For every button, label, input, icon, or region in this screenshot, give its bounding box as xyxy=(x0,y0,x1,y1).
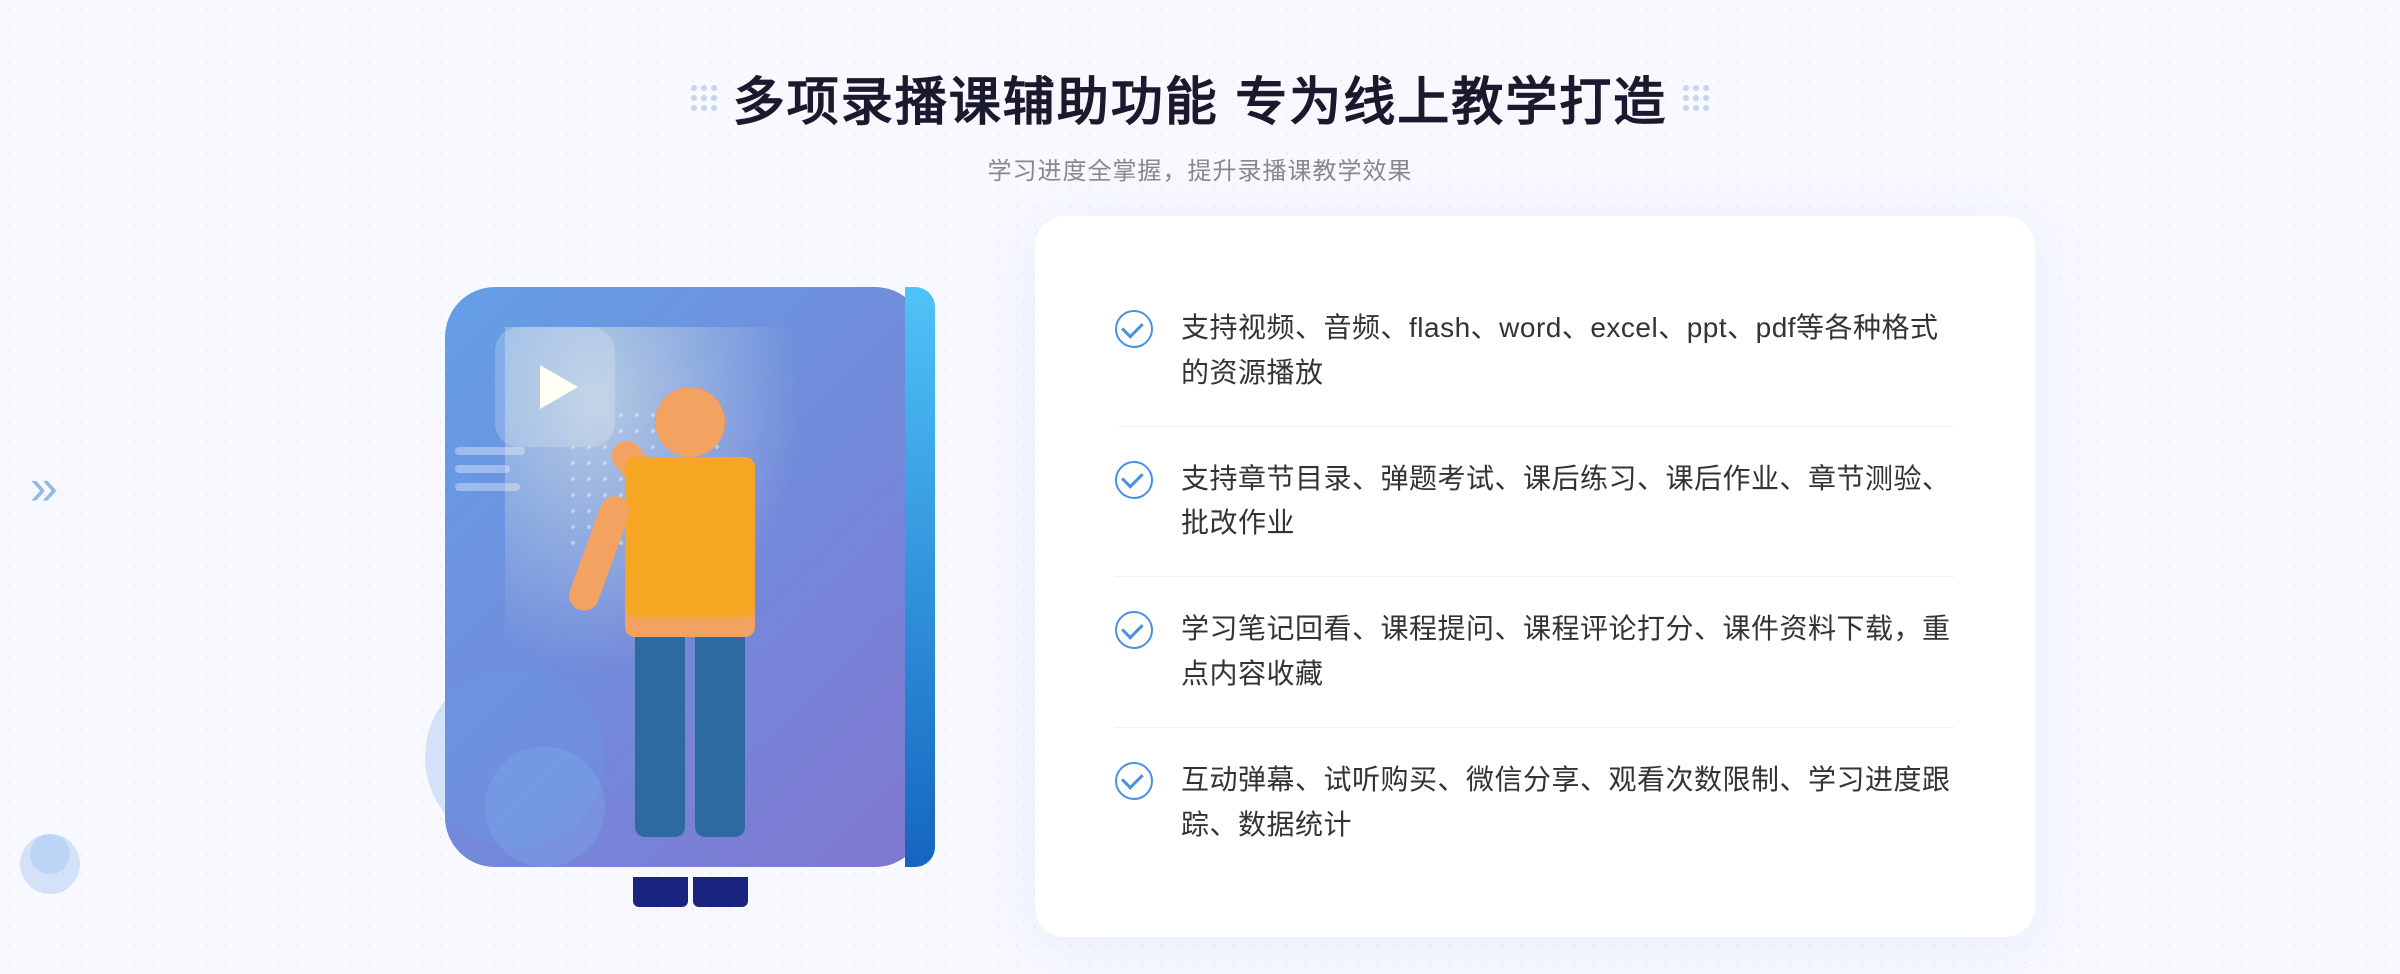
subtitle: 学习进度全掌握，提升录播课教学效果 xyxy=(691,151,1709,186)
blob-circle-2 xyxy=(30,834,70,874)
feature-text-1: 支持视频、音频、flash、word、excel、ppt、pdf等各种格式的资源… xyxy=(1181,306,1955,396)
feature-text-3: 学习笔记回看、课程提问、课程评论打分、课件资料下载，重点内容收藏 xyxy=(1181,607,1955,697)
check-icon-2 xyxy=(1115,461,1153,499)
deco-line-1 xyxy=(455,447,525,455)
deco-lines xyxy=(455,447,535,527)
dot xyxy=(711,95,717,101)
deco-line-2 xyxy=(455,465,510,473)
person-arm-down xyxy=(565,492,634,615)
header-section: 多项录播课辅助功能 专为线上教学打造 学习进度全 xyxy=(691,0,1709,216)
person-head xyxy=(655,387,725,457)
dot xyxy=(1703,95,1709,101)
dot xyxy=(1703,85,1709,91)
person-pants-left xyxy=(635,637,685,837)
dot xyxy=(1703,105,1709,111)
content-area: 支持视频、音频、flash、word、excel、ppt、pdf等各种格式的资源… xyxy=(300,216,2100,937)
dot xyxy=(701,85,707,91)
check-icon-4 xyxy=(1115,762,1153,800)
title-dots-left xyxy=(691,85,717,111)
check-icon-3 xyxy=(1115,611,1153,649)
blue-accent-bar xyxy=(905,287,935,867)
dot xyxy=(1693,85,1699,91)
person-shoe-right xyxy=(693,877,748,907)
chevron-left-icon: » xyxy=(30,458,58,516)
dot xyxy=(1683,85,1689,91)
feature-list: 支持视频、音频、flash、word、excel、ppt、pdf等各种格式的资源… xyxy=(1115,276,1955,877)
dot xyxy=(691,105,697,111)
title-wrapper: 多项录播课辅助功能 专为线上教学打造 xyxy=(691,60,1709,135)
feature-item-2: 支持章节目录、弹题考试、课后练习、课后作业、章节测验、批改作业 xyxy=(1115,427,1955,578)
person-pants-right xyxy=(695,637,745,837)
feature-text-4: 互动弹幕、试听购买、微信分享、观看次数限制、学习进度跟踪、数据统计 xyxy=(1181,758,1955,848)
deco-blob-left xyxy=(20,794,100,894)
features-card: 支持视频、音频、flash、word、excel、ppt、pdf等各种格式的资源… xyxy=(1035,216,2035,937)
dot xyxy=(1693,95,1699,101)
dot xyxy=(691,95,697,101)
person-shoe-left xyxy=(633,877,688,907)
feature-text-2: 支持章节目录、弹题考试、课后练习、课后作业、章节测验、批改作业 xyxy=(1181,457,1955,547)
check-icon-1 xyxy=(1115,310,1153,348)
title-dots-right xyxy=(1683,85,1709,111)
illustration-wrapper xyxy=(365,227,1065,927)
dot xyxy=(1693,105,1699,111)
deco-line-3 xyxy=(455,483,520,491)
person-top xyxy=(625,457,755,617)
dot xyxy=(1683,95,1689,101)
dot xyxy=(701,95,707,101)
dot xyxy=(691,85,697,91)
dot xyxy=(711,105,717,111)
dot xyxy=(711,85,717,91)
dot xyxy=(1683,105,1689,111)
deco-circle-medium xyxy=(485,747,605,867)
feature-item-3: 学习笔记回看、课程提问、课程评论打分、课件资料下载，重点内容收藏 xyxy=(1115,577,1955,728)
feature-item-1: 支持视频、音频、flash、word、excel、ppt、pdf等各种格式的资源… xyxy=(1115,276,1955,427)
page-container: 多项录播课辅助功能 专为线上教学打造 学习进度全 xyxy=(0,0,2400,974)
main-title: 多项录播课辅助功能 专为线上教学打造 xyxy=(733,60,1667,135)
dot xyxy=(701,105,707,111)
feature-item-4: 互动弹幕、试听购买、微信分享、观看次数限制、学习进度跟踪、数据统计 xyxy=(1115,728,1955,878)
